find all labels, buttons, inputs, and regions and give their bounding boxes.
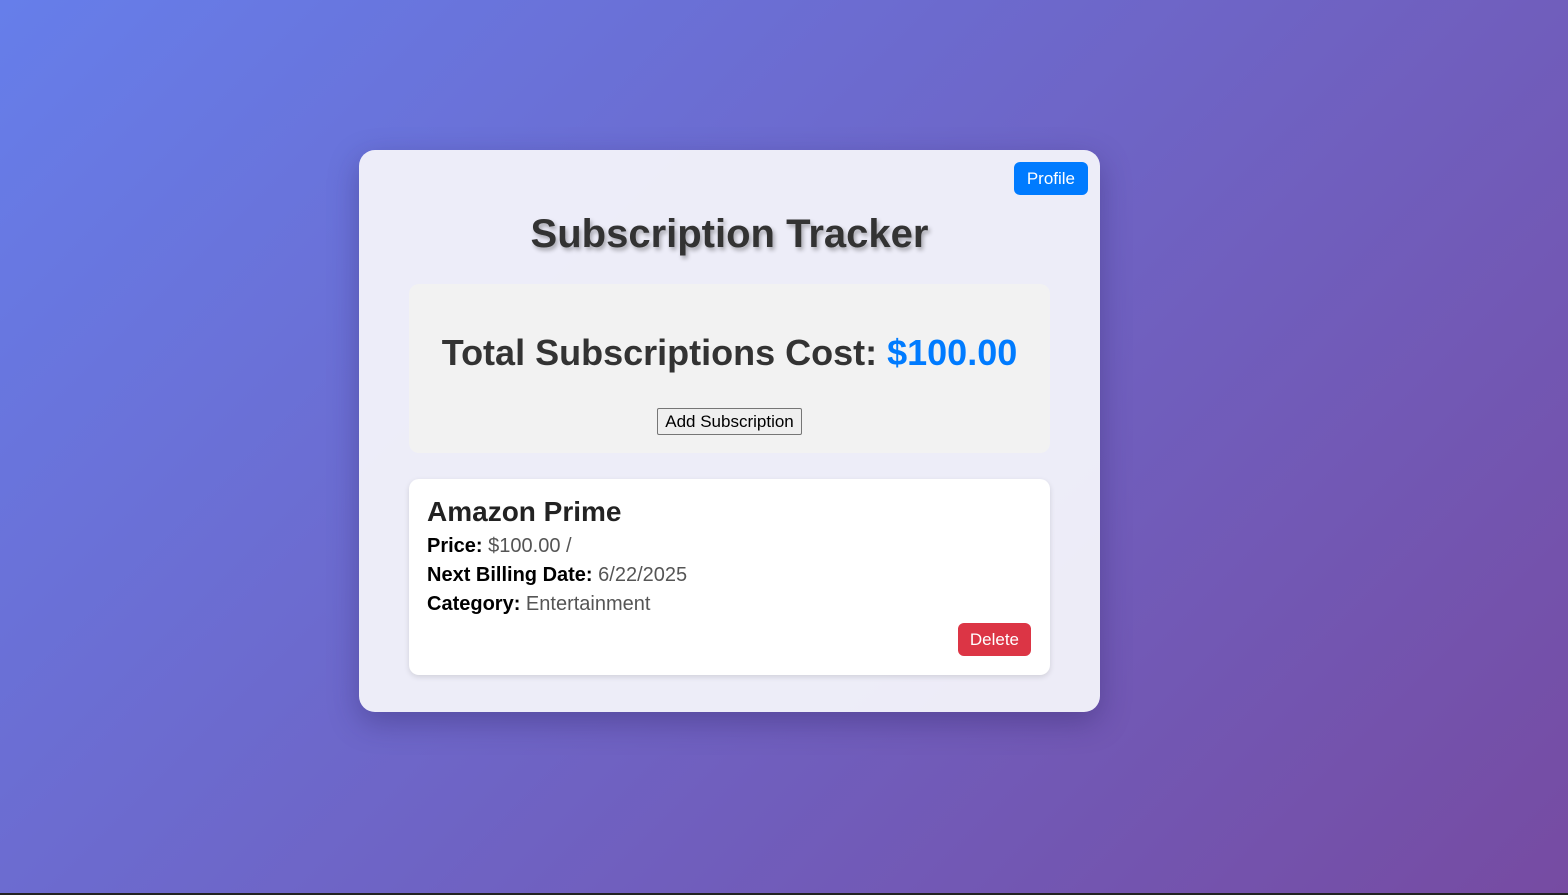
subscription-category: Category: Entertainment bbox=[427, 593, 650, 616]
subscription-item: Amazon Prime Price: $100.00 / Next Billi… bbox=[409, 479, 1050, 675]
tracker-card: Profile Subscription Tracker Total Subsc… bbox=[359, 150, 1100, 712]
total-cost-amount: $100.00 bbox=[887, 332, 1018, 373]
total-cost-label: Total Subscriptions Cost: bbox=[441, 332, 878, 373]
billing-date-label: Next Billing Date: bbox=[427, 564, 593, 586]
category-label: Category: bbox=[427, 593, 521, 615]
price-label: Price: bbox=[427, 535, 483, 557]
summary-panel: Total Subscriptions Cost: $100.00 Add Su… bbox=[409, 284, 1050, 453]
subscription-name: Amazon Prime bbox=[427, 496, 622, 527]
total-cost: Total Subscriptions Cost: $100.00 bbox=[409, 332, 1050, 374]
subscription-price: Price: $100.00 / bbox=[427, 535, 572, 558]
price-value: $100.00 / bbox=[488, 535, 572, 557]
category-value: Entertainment bbox=[525, 593, 651, 615]
delete-button[interactable]: Delete bbox=[957, 623, 1031, 656]
subscription-billing-date: Next Billing Date: 6/22/2025 bbox=[427, 564, 687, 587]
add-subscription-button[interactable]: Add Subscription bbox=[657, 408, 802, 435]
page-title: Subscription Tracker bbox=[530, 212, 929, 256]
profile-button[interactable]: Profile bbox=[1013, 162, 1088, 195]
billing-date-value: 6/22/2025 bbox=[598, 564, 688, 586]
